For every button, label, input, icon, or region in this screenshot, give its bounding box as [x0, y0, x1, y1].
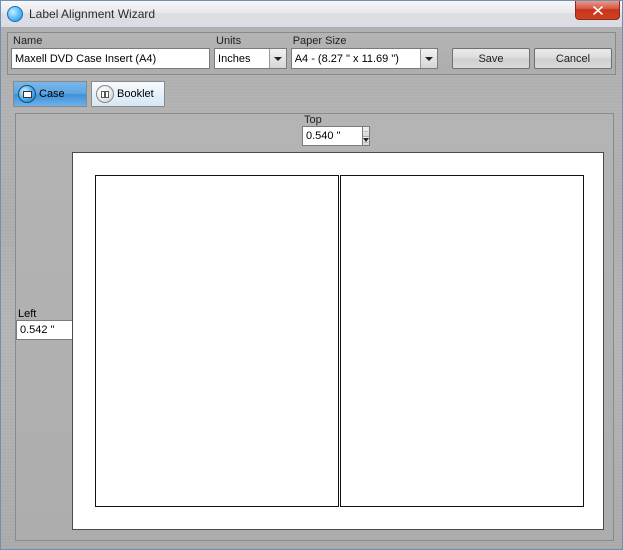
close-icon [593, 6, 603, 15]
paper-size-select[interactable]: A4 - (8.27 " x 11.69 ") [291, 48, 438, 69]
left-margin-input[interactable] [16, 320, 76, 340]
tab-case-label: Case [39, 88, 65, 100]
booklet-icon [96, 85, 114, 103]
settings-panel: Name Units Inches Paper Size A4 - (8.27 … [7, 32, 616, 75]
label-cell-left [95, 175, 339, 507]
tab-booklet[interactable]: Booklet [91, 81, 165, 107]
window-title: Label Alignment Wizard [29, 7, 155, 21]
top-margin-down[interactable] [363, 137, 369, 146]
tabs: Case Booklet [13, 81, 622, 107]
close-button[interactable] [575, 1, 620, 20]
tab-booklet-label: Booklet [117, 88, 154, 100]
top-margin-spinner[interactable] [302, 126, 370, 146]
cancel-button[interactable]: Cancel [534, 48, 612, 69]
units-label: Units [214, 35, 287, 47]
tab-case[interactable]: Case [13, 81, 87, 107]
dialog-window: Label Alignment Wizard Name Units Inches [0, 0, 623, 550]
chevron-up-icon [363, 131, 369, 132]
case-icon [18, 85, 36, 103]
chevron-down-icon [363, 138, 369, 143]
name-label: Name [11, 35, 210, 47]
top-margin-steppers[interactable] [362, 126, 370, 146]
top-margin-input[interactable] [302, 126, 362, 146]
paper-preview [72, 152, 604, 530]
units-select[interactable]: Inches [214, 48, 287, 69]
top-margin-up[interactable] [363, 127, 369, 137]
left-margin-label: Left [18, 308, 36, 320]
layout-stage: Top Left [15, 113, 614, 541]
paper-size-label: Paper Size [291, 35, 438, 47]
top-margin-label: Top [304, 114, 322, 126]
app-icon [7, 6, 23, 22]
label-cell-right [340, 175, 584, 507]
name-input[interactable] [11, 48, 210, 69]
save-button[interactable]: Save [452, 48, 530, 69]
titlebar: Label Alignment Wizard [1, 1, 622, 28]
top-margin-control: Top [302, 114, 370, 146]
